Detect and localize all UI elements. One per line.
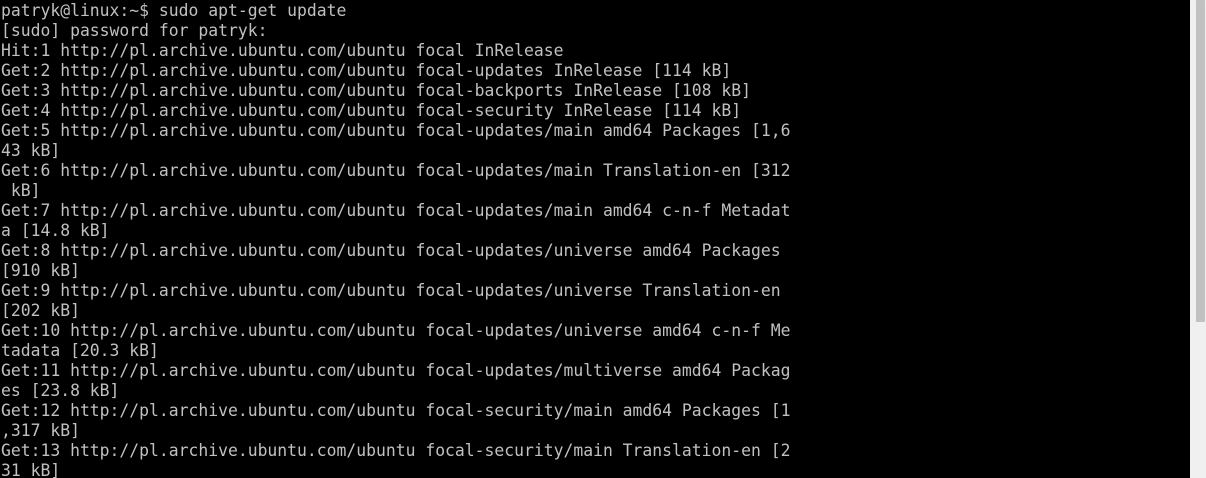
terminal-line: Get:6 http://pl.archive.ubuntu.com/ubunt… — [1, 161, 791, 180]
terminal-output: patryk@linux:~$ sudo apt-get update [sud… — [1, 1, 790, 478]
terminal-line: Get:5 http://pl.archive.ubuntu.com/ubunt… — [1, 121, 791, 140]
terminal-line: a [14.8 kB] — [1, 221, 110, 240]
terminal-line: [910 kB] — [1, 261, 80, 280]
terminal-line-prompt: patryk@linux:~$ sudo apt-get update — [1, 1, 347, 20]
terminal-line: 31 kB] — [1, 461, 61, 478]
terminal-line: Get:12 http://pl.archive.ubuntu.com/ubun… — [1, 401, 791, 420]
terminal-line: es [23.8 kB] — [1, 381, 120, 400]
terminal-line: Get:8 http://pl.archive.ubuntu.com/ubunt… — [1, 241, 781, 260]
terminal-line: ,317 kB] — [1, 421, 80, 440]
terminal-line: Hit:1 http://pl.archive.ubuntu.com/ubunt… — [1, 41, 564, 60]
terminal-line: 43 kB] — [1, 141, 61, 160]
terminal-line: Get:9 http://pl.archive.ubuntu.com/ubunt… — [1, 281, 781, 300]
vertical-scrollbar[interactable] — [1190, 0, 1206, 478]
terminal-line: Get:13 http://pl.archive.ubuntu.com/ubun… — [1, 441, 791, 460]
terminal-line: Get:11 http://pl.archive.ubuntu.com/ubun… — [1, 361, 791, 380]
terminal-line: Get:4 http://pl.archive.ubuntu.com/ubunt… — [1, 101, 742, 120]
terminal-window[interactable]: patryk@linux:~$ sudo apt-get update [sud… — [0, 0, 1190, 478]
terminal-line: Get:7 http://pl.archive.ubuntu.com/ubunt… — [1, 201, 791, 220]
terminal-line: Get:3 http://pl.archive.ubuntu.com/ubunt… — [1, 81, 751, 100]
terminal-line: Get:2 http://pl.archive.ubuntu.com/ubunt… — [1, 61, 732, 80]
terminal-line: kB] — [1, 181, 41, 200]
terminal-line-sudo-password: [sudo] password for patryk: — [1, 21, 268, 40]
terminal-line: tadata [20.3 kB] — [1, 341, 159, 360]
terminal-line: Get:10 http://pl.archive.ubuntu.com/ubun… — [1, 321, 791, 340]
terminal-line: [202 kB] — [1, 301, 80, 320]
scrollbar-thumb[interactable] — [1196, 0, 1205, 322]
